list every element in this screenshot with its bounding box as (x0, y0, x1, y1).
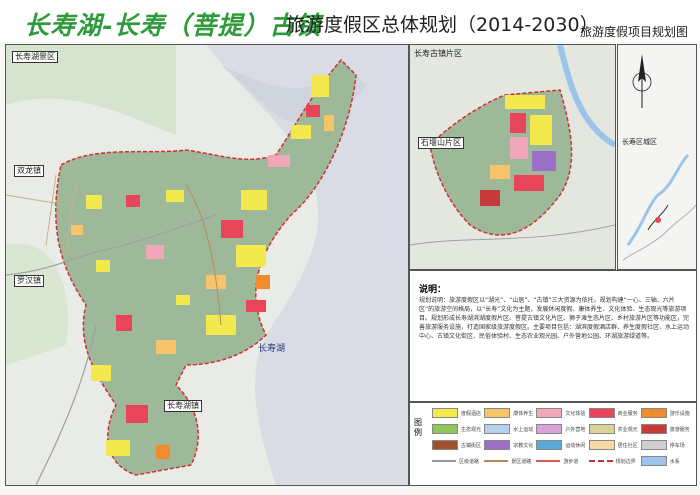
legend-label: 农业观光 (617, 426, 638, 433)
page-subtitle: 旅游度假项目规划图 (580, 25, 689, 39)
legend-swatch (640, 408, 667, 418)
legend-label: 居住社区 (617, 442, 638, 449)
legend-swatch (536, 424, 563, 434)
inset-map-graphic (410, 45, 615, 269)
legend-item: 旅游服务 (640, 424, 690, 434)
legend-label: 度假酒店 (461, 410, 482, 417)
legend-label: 文化体验 (565, 410, 586, 417)
legend-label: 水系 (669, 458, 680, 465)
legend-label: 户外营地 (565, 426, 586, 433)
legend-label: 停车场 (669, 442, 685, 449)
legend-item: 农业观光 (588, 424, 638, 434)
label-shiyanshan-area: 石堰山片区 (418, 137, 464, 149)
legend-swatch (432, 408, 458, 418)
main-planning-map: 长寿湖景区 双龙镇 罗汉镇 长寿湖镇 长寿湖 (5, 44, 409, 486)
legend-label: 生态观光 (461, 426, 482, 433)
notes-heading: 说明： (419, 285, 447, 295)
legend-swatch (640, 440, 667, 450)
legend-swatch (484, 440, 511, 450)
inset-map: 长寿古镇片区 石堰山片区 (409, 44, 616, 270)
legend-item: 户外营地 (536, 424, 585, 434)
legend-item: 水系 (640, 456, 690, 466)
legend-swatch (432, 440, 458, 450)
legend-label: 商业服务 (617, 410, 638, 417)
legend-swatch (588, 460, 613, 462)
legend-label: 规划边界 (615, 458, 636, 465)
legend-swatch (432, 424, 458, 434)
legend-item: 生态观光 (432, 424, 481, 434)
brand-title: 长寿湖-长寿（菩提）古镇 (24, 11, 322, 40)
label-changshou-district: 长寿区城区 (622, 138, 657, 146)
legend-item: 文化体验 (536, 408, 585, 418)
legend-label: 康体养生 (513, 410, 534, 417)
legend-swatch (484, 408, 511, 418)
legend-title: 图例 (414, 418, 422, 437)
legend-item: 居住社区 (588, 440, 638, 450)
legend-swatch (432, 460, 456, 462)
legend-label: 游步道 (563, 458, 579, 465)
label-old-town-area: 长寿古镇片区 (414, 49, 462, 58)
legend-item: 游乐设施 (640, 408, 690, 418)
legend-item: 景区道路 (484, 456, 533, 466)
legend-label: 区级道路 (459, 458, 480, 465)
label-luohan: 罗汉镇 (14, 275, 44, 287)
page-title: 旅游度假区总体规划（2014-2030） (286, 14, 599, 36)
notes-body: 规划说明：旅游度假区以“湖光”、“山居”、“古镇”三大资源为依托，规划构建“一心… (419, 297, 690, 340)
legend-item: 运动休闲 (536, 440, 585, 450)
legend-item: 商业服务 (588, 408, 638, 418)
legend-label: 古镇街区 (461, 442, 482, 449)
legend-swatch (536, 460, 561, 462)
label-scenic-area: 长寿湖景区 (12, 51, 58, 63)
legend-swatch (588, 424, 615, 434)
legend-item: 游步道 (536, 456, 585, 466)
label-lake-town: 长寿湖镇 (164, 400, 202, 412)
legend-swatch (588, 440, 615, 450)
legend-item: 区级道路 (432, 456, 481, 466)
legend-item: 宗教文化 (484, 440, 533, 450)
legend-item: 康体养生 (484, 408, 533, 418)
legend-item: 度假酒店 (432, 408, 481, 418)
legend-swatch (640, 424, 667, 434)
legend-label: 水上运动 (513, 426, 534, 433)
legend-item: 停车场 (640, 440, 690, 450)
legend-label: 旅游服务 (669, 426, 690, 433)
legend-swatch (588, 408, 615, 418)
main-map-graphic (6, 45, 408, 485)
legend-swatch (536, 408, 563, 418)
legend-items: 度假酒店 康体养生 文化体验 商业服务 游乐设施生态观光 水上运动 户外营地 农业观光 旅游服务… (432, 408, 690, 466)
legend-swatch (640, 456, 667, 466)
legend-item: 水上运动 (484, 424, 533, 434)
legend-swatch (536, 440, 563, 450)
legend-label: 宗教文化 (513, 442, 534, 449)
legend-label: 游乐设施 (669, 410, 690, 417)
legend-label: 景区道路 (511, 458, 532, 465)
north-arrow-icon (632, 54, 652, 108)
legend-swatch (484, 460, 509, 462)
title-bar: 长寿湖-长寿（菩提）古镇 旅游度假区总体规划（2014-2030） 旅游度假项目… (0, 0, 700, 42)
legend-item: 规划边界 (588, 456, 638, 466)
legend-swatch (484, 424, 511, 434)
legend-label: 运动休闲 (565, 442, 586, 449)
label-shuanglong: 双龙镇 (14, 165, 44, 177)
label-lake: 长寿湖 (258, 344, 286, 354)
legend-item: 古镇街区 (432, 440, 481, 450)
